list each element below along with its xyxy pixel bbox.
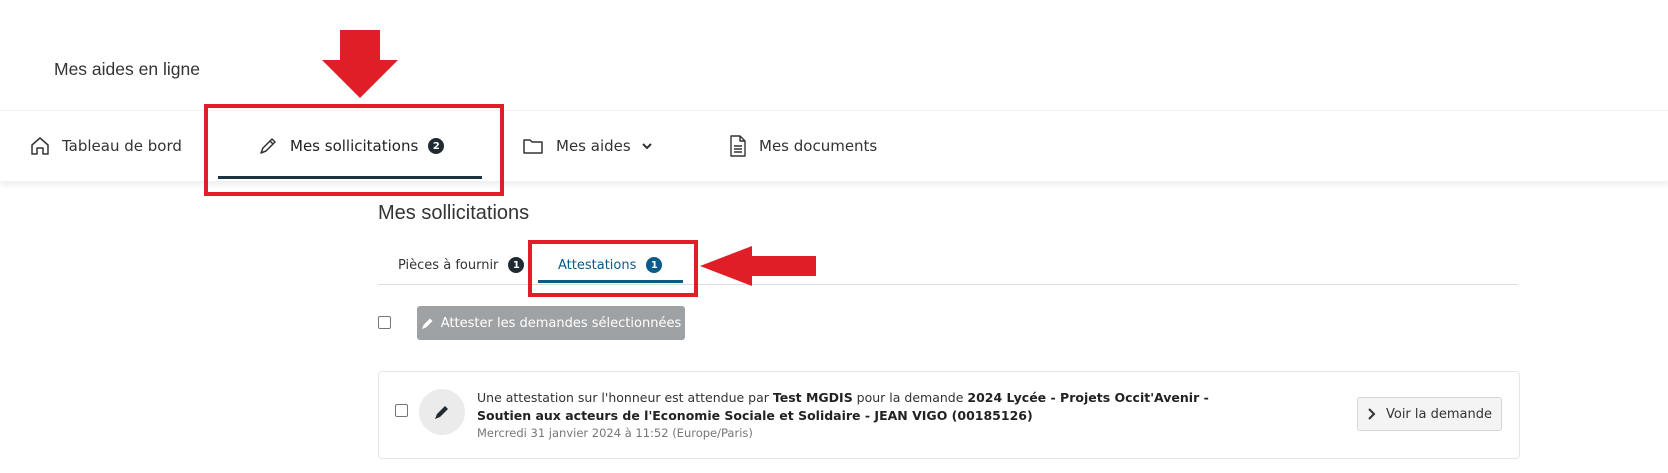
page-title: Mes sollicitations [378,202,530,224]
home-icon [31,137,49,155]
site-title: Mes aides en ligne [54,59,200,79]
nav-label: Tableau de bord [62,137,182,155]
annotation-arrow-left-icon [700,246,816,286]
chevron-right-icon [1368,408,1376,420]
highlight-box-tab [528,240,698,297]
nav-item-mes-documents[interactable]: Mes documents [729,111,877,181]
folder-icon [523,139,543,154]
select-all-checkbox[interactable] [378,316,391,329]
nav-label: Mes documents [759,137,878,155]
tab-pieces-a-fournir[interactable]: Pièces à fournir 1 [398,248,525,282]
attestation-card: Une attestation sur l'honneur est attend… [378,371,1520,459]
button-label: Voir la demande [1385,406,1492,422]
highlight-box-nav [204,104,504,196]
attester-selection-button[interactable]: Attester les demandes sélectionnées [417,306,685,340]
pen-icon [435,406,448,419]
chevron-down-icon [641,143,652,150]
nav-label: Mes aides [556,137,631,155]
button-label: Attester les demandes sélectionnées [440,315,682,331]
count-badge: 1 [508,257,525,273]
card-checkbox[interactable] [395,404,408,417]
requester-name: Test MGDIS [772,390,853,405]
voir-demande-button[interactable]: Voir la demande [1357,397,1502,431]
pen-icon [421,318,433,329]
card-message: Une attestation sur l'honneur est attend… [477,389,1257,425]
card-date: Mercredi 31 janvier 2024 à 11:52 (Europe… [477,426,753,440]
tab-label: Pièces à fournir [398,257,499,273]
annotation-arrow-down-icon [322,30,398,98]
nav-item-tableau-de-bord[interactable]: Tableau de bord [30,111,182,181]
card-icon-circle [419,389,465,435]
nav-item-mes-aides[interactable]: Mes aides [522,111,653,181]
message-text: Une attestation sur l'honneur est attend… [477,390,773,405]
message-text: pour la demande [852,390,968,405]
document-icon [730,135,746,157]
